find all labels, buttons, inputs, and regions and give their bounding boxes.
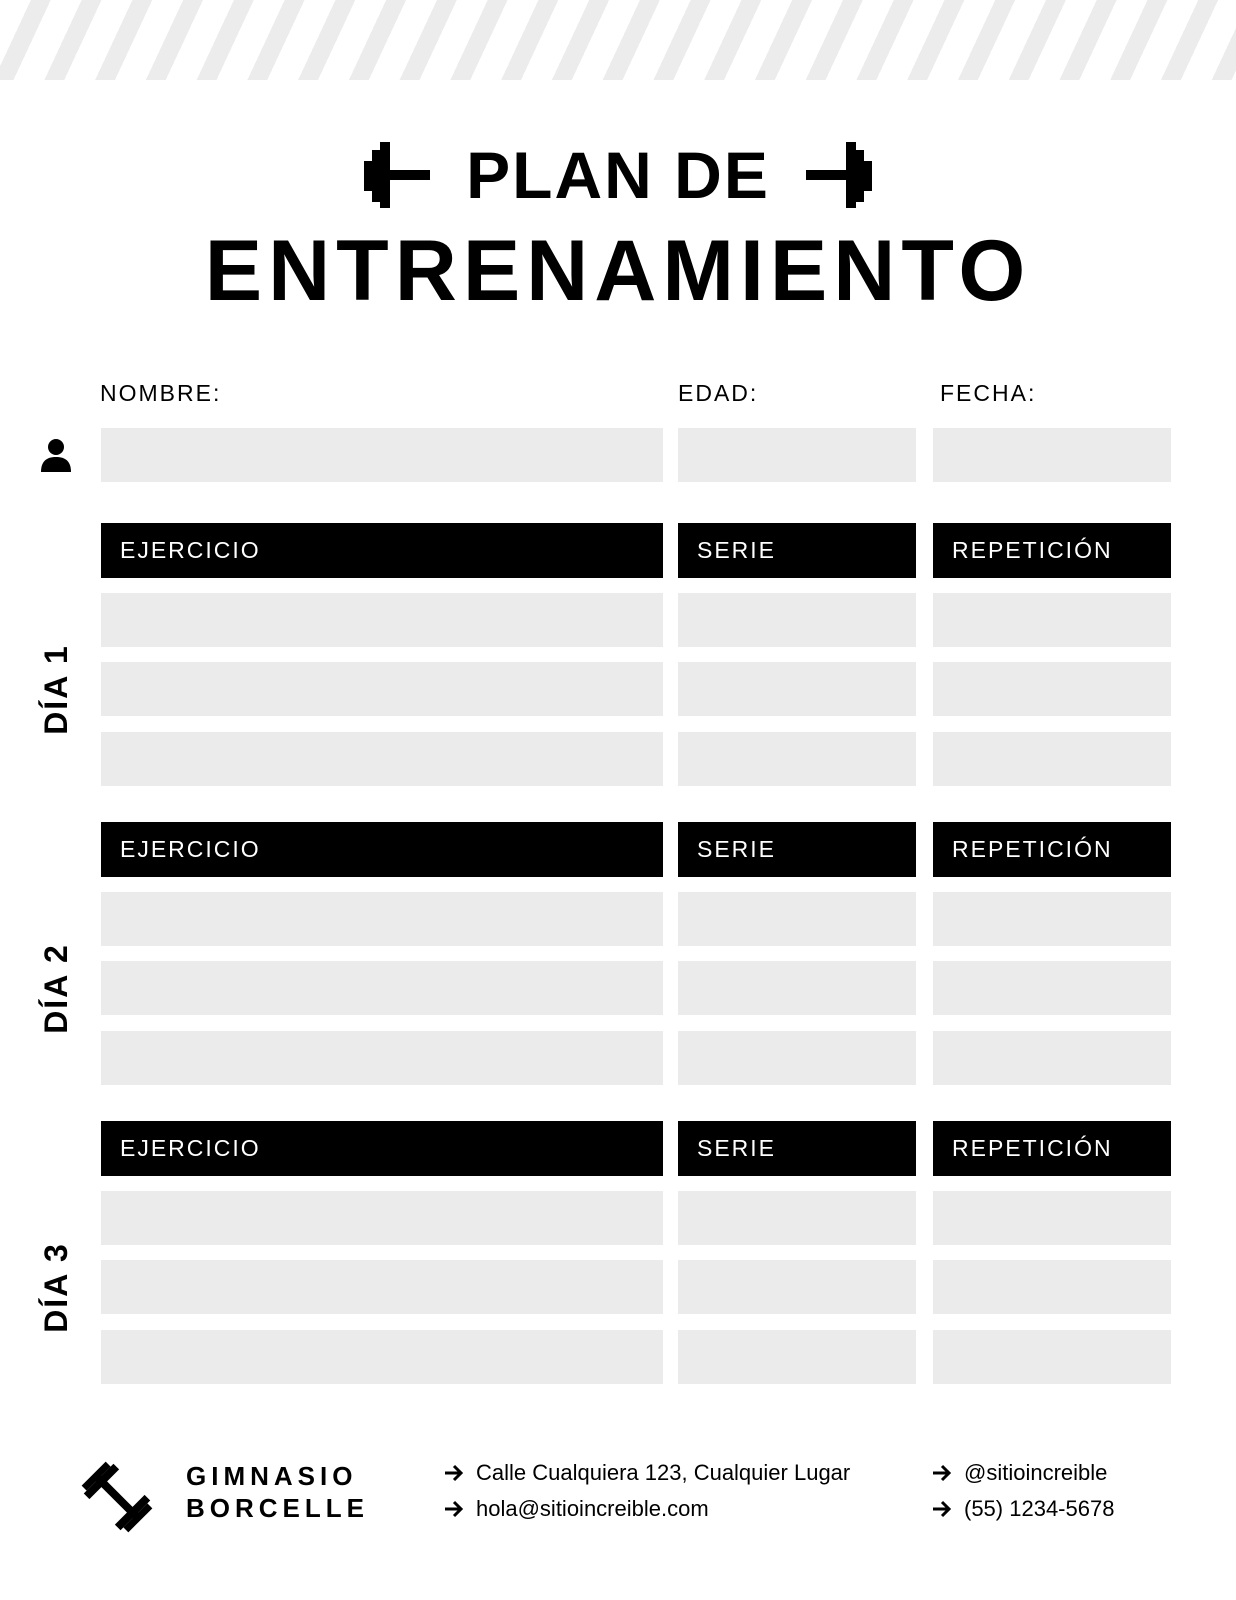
day2-sets-header: SERIE — [678, 822, 916, 877]
day2-sets-cell[interactable] — [678, 1031, 916, 1085]
phone-item: (55) 1234-5678 — [932, 1496, 1114, 1522]
dumbbell-icon — [364, 142, 431, 208]
day3-sets-cell[interactable] — [678, 1260, 916, 1314]
email-item: hola@sitioincreible.com — [444, 1496, 709, 1522]
email-text[interactable]: hola@sitioincreible.com — [476, 1496, 709, 1522]
day3-reps-cell[interactable] — [933, 1260, 1171, 1314]
age-field[interactable] — [678, 428, 916, 482]
address-text: Calle Cualquiera 123, Cualquier Lugar — [476, 1460, 851, 1485]
brand-name: GIMNASIO BORCELLE — [186, 1460, 369, 1524]
dumbbell-icon — [81, 1461, 153, 1533]
title-line-1: PLAN DE — [0, 140, 1236, 210]
day1-label-wrap: DÍA 1 — [38, 609, 74, 769]
day1-exercise-cell[interactable] — [101, 593, 663, 647]
day3-exercise-cell[interactable] — [101, 1330, 663, 1384]
address-item: Calle Cualquiera 123, Cualquier Lugar — [444, 1460, 850, 1486]
brand-line2: BORCELLE — [186, 1493, 369, 1523]
day3-exercise-cell[interactable] — [101, 1191, 663, 1245]
phone-text[interactable]: (55) 1234-5678 — [964, 1496, 1114, 1522]
day3-sets-header: SERIE — [678, 1121, 916, 1176]
day3-reps-cell[interactable] — [933, 1330, 1171, 1384]
day1-exercise-cell[interactable] — [101, 662, 663, 716]
page-title-line2: ENTRENAMIENTO — [204, 223, 1032, 319]
arrow-right-icon — [445, 1500, 464, 1518]
day1-sets-header: SERIE — [678, 523, 916, 578]
day3-exercise-header: EJERCICIO — [101, 1121, 663, 1176]
arrow-right-icon — [445, 1464, 464, 1482]
social-text[interactable]: @sitioincreible — [964, 1460, 1107, 1486]
decorative-stripes — [0, 0, 1236, 80]
day3-label-wrap: DÍA 3 — [38, 1207, 74, 1367]
day3-sets-cell[interactable] — [678, 1191, 916, 1245]
name-field[interactable] — [101, 428, 663, 482]
day2-reps-cell[interactable] — [933, 961, 1171, 1015]
day2-label-wrap: DÍA 2 — [38, 908, 74, 1068]
day1-reps-cell[interactable] — [933, 732, 1171, 786]
day1-label: DÍA 1 — [37, 643, 74, 735]
arrow-right-icon — [933, 1464, 952, 1482]
day3-reps-header: REPETICIÓN — [933, 1121, 1171, 1176]
day1-sets-cell[interactable] — [678, 662, 916, 716]
day3-label: DÍA 3 — [37, 1241, 74, 1333]
date-label: FECHA: — [940, 380, 1037, 406]
day2-reps-header: REPETICIÓN — [933, 822, 1171, 877]
day1-exercise-cell[interactable] — [101, 732, 663, 786]
day1-reps-cell[interactable] — [933, 662, 1171, 716]
day1-reps-cell[interactable] — [933, 593, 1171, 647]
day3-sets-cell[interactable] — [678, 1330, 916, 1384]
social-item: @sitioincreible — [932, 1460, 1107, 1486]
name-label: NOMBRE: — [100, 380, 222, 406]
day2-reps-cell[interactable] — [933, 892, 1171, 946]
page-title-line1: PLAN DE — [466, 138, 770, 212]
day2-exercise-header: EJERCICIO — [101, 822, 663, 877]
day1-exercise-header: EJERCICIO — [101, 523, 663, 578]
date-field[interactable] — [933, 428, 1171, 482]
day2-sets-cell[interactable] — [678, 892, 916, 946]
day3-exercise-cell[interactable] — [101, 1260, 663, 1314]
day2-label: DÍA 2 — [37, 942, 74, 1034]
day2-exercise-cell[interactable] — [101, 1031, 663, 1085]
day2-exercise-cell[interactable] — [101, 892, 663, 946]
day2-reps-cell[interactable] — [933, 1031, 1171, 1085]
age-label: EDAD: — [678, 380, 759, 406]
day3-reps-cell[interactable] — [933, 1191, 1171, 1245]
dumbbell-icon — [805, 142, 872, 208]
day1-reps-header: REPETICIÓN — [933, 523, 1171, 578]
arrow-right-icon — [933, 1500, 952, 1518]
day2-exercise-cell[interactable] — [101, 961, 663, 1015]
day1-sets-cell[interactable] — [678, 732, 916, 786]
brand-line1: GIMNASIO — [186, 1461, 358, 1491]
day2-sets-cell[interactable] — [678, 961, 916, 1015]
day1-sets-cell[interactable] — [678, 593, 916, 647]
person-icon — [41, 439, 71, 472]
